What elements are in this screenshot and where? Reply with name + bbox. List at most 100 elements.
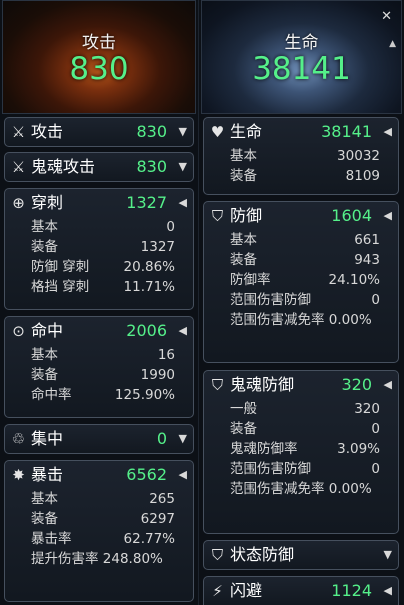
stat-label: 范围伤害防御 (230, 461, 311, 477)
stat-value: 0 (166, 219, 175, 235)
stat-value: 16 (157, 347, 175, 363)
close-icon[interactable]: ✕ (381, 9, 392, 24)
ghost-attack-label: 鬼魂攻击 (31, 157, 96, 176)
stat-value: 1990 (140, 367, 175, 383)
collapse-arrow-icon[interactable]: ◀ (179, 461, 187, 489)
stat-row: 暴击率 62.77% (31, 529, 189, 549)
expand-arrow-icon[interactable]: ▼ (179, 425, 187, 453)
stat-text: 范围伤害减免率 0.00% (230, 481, 372, 497)
crit-panel: ✸ 暴击 6562 ◀ 基本 265 装备 6297 暴击率 62.77% 提升伤害率… (4, 460, 194, 602)
stat-label: 装备 (230, 421, 257, 437)
stat-row: 基本 661 (230, 230, 394, 250)
hp-summary-banner: ✕ ▲ 生命 38141 (201, 0, 402, 114)
expand-arrow-icon[interactable]: ▼ (179, 118, 187, 146)
defense-label: 防御 (230, 206, 263, 225)
pierce-value: 1327 (126, 193, 167, 212)
stat-value: 125.90% (114, 387, 175, 403)
stat-label: 命中率 (31, 387, 72, 403)
stat-value: 8109 (345, 168, 380, 184)
stat-label: 基本 (230, 232, 257, 248)
ghost-defense-header[interactable]: ⛉ 鬼魂防御 320 ◀ (204, 371, 398, 399)
collapse-arrow-icon[interactable]: ◀ (384, 202, 392, 230)
collapse-arrow-icon[interactable]: ◀ (384, 371, 392, 399)
status-defense-panel[interactable]: ⛉ 状态防御 ▼ (203, 540, 399, 570)
stat-value: 6297 (140, 511, 175, 527)
status-defense-label: 状态防御 (230, 545, 295, 564)
hp-header[interactable]: ♥ 生命 38141 ◀ (204, 118, 398, 146)
crit-header[interactable]: ✸ 暴击 6562 ◀ (5, 461, 193, 489)
accuracy-header[interactable]: ⊙ 命中 2006 ◀ (5, 317, 193, 345)
collapse-arrow-icon[interactable]: ◀ (179, 317, 187, 345)
stat-row: 格挡 穿刺 11.71% (31, 277, 189, 297)
evasion-label: 闪避 (230, 581, 263, 600)
stat-row-wrapped: 提升伤害率 248.80% (31, 549, 189, 569)
evasion-header[interactable]: ⚡ 闪避 1124 ◀ (204, 577, 398, 605)
stat-row: 基本 265 (31, 489, 189, 509)
defense-panel: ⛉ 防御 1604 ◀ 基本 661 装备 943 防御率 24.10% 范围伤害防御… (203, 201, 399, 363)
stat-label: 装备 (230, 252, 257, 268)
stat-row: 装备 8109 (230, 166, 394, 186)
stat-row: 装备 1990 (31, 365, 189, 385)
attack-summary-value: 830 (69, 51, 129, 87)
ghost-defense-label: 鬼魂防御 (230, 375, 295, 394)
defense-header[interactable]: ⛉ 防御 1604 ◀ (204, 202, 398, 230)
stat-value: 0 (371, 421, 380, 437)
stat-row: 基本 0 (31, 217, 189, 237)
focus-label: 集中 (31, 429, 64, 448)
stat-value: 1327 (140, 239, 175, 255)
stat-label: 装备 (31, 511, 58, 527)
starburst-icon: ✸ (12, 466, 25, 484)
hp-summary-value: 38141 (252, 51, 351, 87)
stat-value: 0 (371, 461, 380, 477)
stat-value: 30032 (337, 148, 380, 164)
crossed-swords-icon: ⚔ (11, 123, 26, 141)
stat-row: 命中率 125.90% (31, 385, 189, 405)
evasion-panel: ⚡ 闪避 1124 ◀ (203, 576, 399, 605)
stat-row: 鬼魂防御率 3.09% (230, 439, 394, 459)
focus-panel[interactable]: ♲ 集中 0 ▼ (4, 424, 194, 454)
expand-arrow-icon[interactable]: ▼ (179, 153, 187, 181)
hp-label: 生命 (230, 122, 263, 141)
stat-row: 基本 30032 (230, 146, 394, 166)
stat-label: 装备 (31, 239, 58, 255)
stat-row: 范围伤害防御 0 (230, 459, 394, 479)
collapse-arrow-icon[interactable]: ◀ (384, 118, 392, 146)
stat-value: 3.09% (337, 441, 380, 457)
pierce-header[interactable]: ⊕ 穿刺 1327 ◀ (5, 189, 193, 217)
stat-value: 20.86% (123, 259, 175, 275)
stat-label: 基本 (31, 219, 58, 235)
stat-value: 320 (354, 401, 380, 417)
stat-label: 鬼魂防御率 (230, 441, 298, 457)
stat-row: 基本 16 (31, 345, 189, 365)
pierce-panel: ⊕ 穿刺 1327 ◀ 基本 0 装备 1327 防御 穿刺 20.86% 格挡 穿刺… (4, 188, 194, 310)
lightning-icon: ⚡ (212, 582, 223, 600)
stat-label: 装备 (31, 367, 58, 383)
stat-label: 范围伤害防御 (230, 292, 311, 308)
stat-row: 防御率 24.10% (230, 270, 394, 290)
stat-row-wrapped: 范围伤害减免率 0.00% (230, 479, 394, 499)
ghost-attack-panel[interactable]: ⚔ 鬼魂攻击 830 ▼ (4, 152, 194, 182)
collapse-arrow-icon[interactable]: ◀ (179, 189, 187, 217)
defense-value: 1604 (331, 206, 372, 225)
attack-summary-banner: 攻击 830 (2, 0, 196, 114)
stat-value: 24.10% (328, 272, 380, 288)
stat-label: 格挡 穿刺 (31, 279, 90, 295)
hp-summary-title: 生命 (284, 33, 319, 53)
stat-text: 范围伤害减免率 0.00% (230, 312, 372, 328)
crit-value: 6562 (126, 465, 167, 484)
crit-label: 暴击 (31, 465, 64, 484)
stat-value: 62.77% (123, 531, 175, 547)
stat-row: 装备 943 (230, 250, 394, 270)
attack-panel[interactable]: ⚔ 攻击 830 ▼ (4, 117, 194, 147)
expand-arrow-icon[interactable]: ▼ (384, 541, 392, 569)
stat-label: 基本 (230, 148, 257, 164)
attack-summary-title: 攻击 (82, 33, 116, 53)
attack-label: 攻击 (31, 122, 64, 141)
ghost-sword-icon: ⚔ (11, 158, 26, 176)
pierce-label: 穿刺 (31, 193, 64, 212)
status-shield-icon: ⛉ (211, 546, 224, 564)
hp-value: 38141 (321, 122, 372, 141)
focus-value: 0 (156, 429, 167, 448)
collapse-arrow-icon[interactable]: ◀ (384, 577, 392, 605)
stat-label: 暴击率 (31, 531, 72, 547)
